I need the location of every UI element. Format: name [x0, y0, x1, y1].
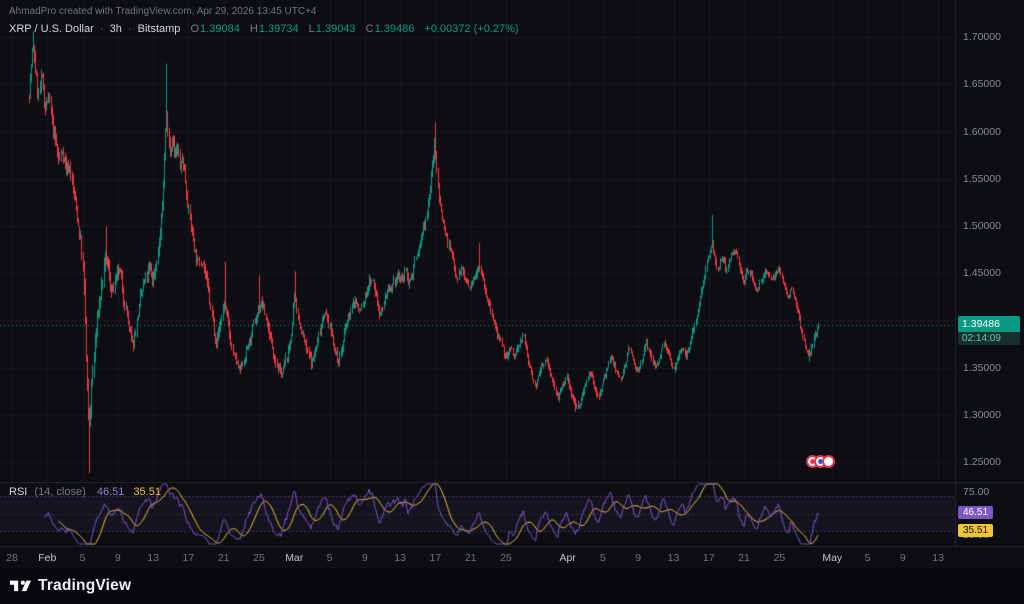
- time-axis-label: 9: [362, 552, 368, 564]
- time-axis-label: 25: [253, 552, 265, 564]
- rsi-ma-value-badge: 35.51: [958, 524, 993, 537]
- time-axis-label: Mar: [285, 552, 303, 564]
- rsi-legend[interactable]: RSI (14, close) 46.51 35.51: [9, 486, 161, 498]
- symbol-title[interactable]: XRP / U.S. Dollar: [9, 23, 94, 35]
- time-axis-label: 17: [703, 552, 715, 564]
- rsi-axis-label: 75.00: [963, 486, 989, 498]
- rsi-params: (14, close): [34, 486, 85, 498]
- last-price-badge: 1.39486 02:14:09: [958, 316, 1020, 345]
- time-axis-label: 21: [218, 552, 230, 564]
- legend-separator: ·: [125, 23, 135, 35]
- open-label: O: [190, 23, 199, 35]
- tradingview-brand-text[interactable]: TradingView: [38, 577, 131, 595]
- open-value: 1.39084: [200, 23, 240, 35]
- price-axis-label: 1.65000: [963, 78, 1001, 90]
- time-axis-label: 5: [600, 552, 606, 564]
- low-value: 1.39043: [316, 23, 356, 35]
- watermark-text: AhmadPro created with TradingView.com, A…: [9, 6, 317, 17]
- symbol-legend[interactable]: XRP / U.S. Dollar · 3h · Bitstamp O1.390…: [9, 23, 519, 35]
- time-axis-label: 13: [394, 552, 406, 564]
- time-axis-label: 5: [865, 552, 871, 564]
- time-axis-label: 17: [430, 552, 442, 564]
- time-axis-label: 5: [80, 552, 86, 564]
- price-axis-label: 1.35000: [963, 362, 1001, 374]
- price-axis-label: 1.70000: [963, 31, 1001, 43]
- rsi-current-value: 46.51: [97, 486, 125, 498]
- tradingview-chart-window: AhmadPro created with TradingView.com, A…: [0, 0, 1024, 604]
- time-axis-label: 9: [900, 552, 906, 564]
- time-axis-label: 21: [465, 552, 477, 564]
- high-label: H: [250, 23, 258, 35]
- interval-label[interactable]: 3h: [110, 23, 122, 35]
- price-axis-label: 1.55000: [963, 173, 1001, 185]
- time-axis-label: 28: [6, 552, 18, 564]
- exchange-label[interactable]: Bitstamp: [138, 23, 181, 35]
- price-axis-label: 1.60000: [963, 126, 1001, 138]
- rsi-title[interactable]: RSI: [9, 486, 27, 498]
- rsi-value-badge: 46.51: [958, 506, 993, 519]
- time-axis-label: 13: [147, 552, 159, 564]
- close-value: 1.39486: [375, 23, 415, 35]
- time-axis-label: 21: [738, 552, 750, 564]
- tradingview-logo-icon[interactable]: [10, 578, 31, 595]
- emoji-stickers[interactable]: [806, 455, 835, 468]
- last-price-value: 1.39486: [958, 316, 1020, 332]
- time-axis-label: 5: [327, 552, 333, 564]
- change-value: +0.00372 (+0.27%): [424, 23, 518, 35]
- price-axis[interactable]: 1.39486 02:14:09 46.51 35.51 1.70000 1.65…: [955, 0, 1024, 546]
- time-axis-label: Apr: [559, 552, 575, 564]
- time-axis-label: 13: [668, 552, 680, 564]
- high-value: 1.39734: [259, 23, 299, 35]
- bar-countdown: 02:14:09: [958, 332, 1020, 345]
- emoji-sticker-icon[interactable]: [822, 455, 835, 468]
- time-axis-label: 9: [635, 552, 641, 564]
- price-chart-canvas[interactable]: [0, 0, 955, 482]
- pane-separator[interactable]: [0, 482, 1024, 483]
- time-axis-label: 25: [773, 552, 785, 564]
- rsi-ma-current-value: 35.51: [133, 486, 161, 498]
- time-axis[interactable]: 28 Feb 5 9 13 17 21 25 Mar 5 9 13 17 21 25 Apr 5 9 13 17 21 2…: [0, 546, 1024, 568]
- price-axis-label: 1.50000: [963, 220, 1001, 232]
- price-axis-label: 1.30000: [963, 409, 1001, 421]
- time-axis-label: May: [822, 552, 842, 564]
- time-axis-label: 13: [932, 552, 944, 564]
- time-axis-label: Feb: [38, 552, 56, 564]
- time-axis-label: 25: [500, 552, 512, 564]
- close-label: C: [366, 23, 374, 35]
- price-axis-label: 1.45000: [963, 267, 1001, 279]
- footer-bar: TradingView: [0, 568, 1024, 604]
- low-label: L: [309, 23, 315, 35]
- time-axis-label: 9: [115, 552, 121, 564]
- price-axis-label: 1.25000: [963, 456, 1001, 468]
- time-axis-label: 17: [183, 552, 195, 564]
- legend-separator: ·: [97, 23, 107, 35]
